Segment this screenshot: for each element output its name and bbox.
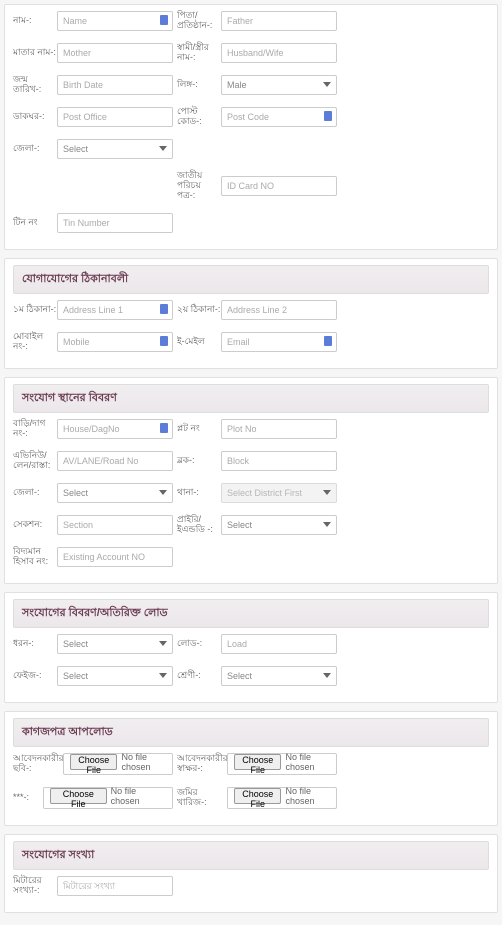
meter-count-input[interactable]: [57, 876, 173, 896]
sign-nofile-text: No file chosen: [285, 752, 330, 772]
label-idcard: জাতীয় পরিচয় পত্র-:: [177, 171, 221, 201]
class-select[interactable]: Select: [221, 666, 337, 686]
upload-header: কাগজপত্র আপলোড: [13, 718, 489, 747]
label-meter-count: মিটারের সংখ্যা-:: [13, 876, 57, 896]
district2-select[interactable]: Select: [57, 483, 173, 503]
label-avenue: এভিনিউ/লেন/রাস্তা:: [13, 451, 57, 471]
location-panel: সংযোগ স্থানের বিবরণ বাড়ি/দাগ নং-: প্লট …: [4, 377, 498, 584]
label-addr1: ১ম ঠিকানা-:: [13, 305, 57, 315]
contact-panel: যোগাযোগের ঠিকানাবলী ১ম ঠিকানা-: ২য় ঠিকা…: [4, 258, 498, 369]
mother-input[interactable]: [57, 43, 173, 63]
person-icon: [159, 14, 169, 26]
photo-nofile-text: No file chosen: [121, 752, 166, 772]
label-plot: প্লট নং: [177, 424, 221, 434]
label-applicant-sign: আবেদনকারীর স্বাক্ষর-:: [177, 754, 227, 774]
label-district: জেলা-:: [13, 144, 57, 154]
label-addr2: ২য় ঠিকানা-:: [177, 305, 221, 315]
location-header: সংযোগ স্থানের বিবরণ: [13, 384, 489, 413]
label-postoffice: ডাকঘর-:: [13, 112, 57, 122]
connection-panel: সংযোগের বিবরণ/অতিরিক্ত লোড ধরন-: Select …: [4, 592, 498, 703]
type-select[interactable]: Select: [57, 634, 173, 654]
label-load: লোড-:: [177, 639, 221, 649]
birthdate-input[interactable]: [57, 75, 173, 95]
count-panel: সংযোগের সংখ্যা মিটারের সংখ্যা-:: [4, 834, 498, 913]
connection-header: সংযোগের বিবরণ/অতিরিক্ত লোড: [13, 599, 489, 628]
house-input[interactable]: [57, 419, 173, 439]
house-icon: [159, 422, 169, 434]
label-postcode: পোস্ট কোড-:: [177, 107, 221, 127]
label-spouse: স্বামী/স্ত্রীর নাম-:: [177, 43, 221, 63]
label-birthdate: জন্ম তারিখ-:: [13, 75, 57, 95]
other-choose-button[interactable]: Choose File: [50, 788, 107, 804]
name-input[interactable]: [57, 11, 173, 31]
label-class: শ্রেণী-:: [177, 671, 221, 681]
label-supplyarea: প্রাইরি/ইএন্ডডি -:: [177, 515, 221, 535]
label-email: ই-মেইল: [177, 337, 221, 347]
label-father: পিতা/প্রতিষ্ঠান-:: [177, 11, 221, 31]
upload-panel: কাগজপত্র আপলোড আবেদনকারীর ছবি-: Choose F…: [4, 711, 498, 826]
postcode-input[interactable]: [221, 107, 337, 127]
label-type: ধরন-:: [13, 639, 57, 649]
label-applicant-photo: আবেদনকারীর ছবি-:: [13, 754, 63, 774]
tin-input[interactable]: [57, 213, 173, 233]
section-input[interactable]: [57, 515, 173, 535]
label-mobile: মোবাইল নং-:: [13, 332, 57, 352]
label-mother: মাতার নাম-:: [13, 48, 57, 58]
district-select[interactable]: Select: [57, 139, 173, 159]
avenue-input[interactable]: [57, 451, 173, 471]
label-existacc: বিদ্যমান হিসাব নং:: [13, 547, 57, 567]
gender-select[interactable]: Male: [221, 75, 337, 95]
contact-header: যোগাযোগের ঠিকানাবলী: [13, 265, 489, 294]
existacc-input[interactable]: [57, 547, 173, 567]
block-input[interactable]: [221, 451, 337, 471]
land-nofile-text: No file chosen: [285, 786, 330, 806]
label-tin: টিন নং: [13, 218, 57, 228]
photo-choose-button[interactable]: Choose File: [70, 754, 117, 770]
label-other: ***-:: [13, 793, 43, 803]
label-phase: ফেইজ-:: [13, 671, 57, 681]
label-block: ব্লক-:: [177, 456, 221, 466]
plot-input[interactable]: [221, 419, 337, 439]
label-land-doc: জমির খারিজ-:: [177, 788, 227, 808]
label-district2: জেলা-:: [13, 488, 57, 498]
email-icon: [323, 335, 333, 347]
load-input[interactable]: [221, 634, 337, 654]
email-input[interactable]: [221, 332, 337, 352]
label-gender: লিঙ্গ-:: [177, 80, 221, 90]
other-nofile-text: No file chosen: [111, 786, 166, 806]
label-house: বাড়ি/দাগ নং-:: [13, 419, 57, 439]
phase-select[interactable]: Select: [57, 666, 173, 686]
thana-select: Select District First: [221, 483, 337, 503]
spouse-input[interactable]: [221, 43, 337, 63]
addr1-input[interactable]: [57, 300, 173, 320]
label-thana: থানা-:: [177, 488, 221, 498]
supplyarea-select[interactable]: Select: [221, 515, 337, 535]
count-header: সংযোগের সংখ্যা: [13, 841, 489, 870]
sign-choose-button[interactable]: Choose File: [234, 754, 281, 770]
addr2-input[interactable]: [221, 300, 337, 320]
label-name: নাম-:: [13, 16, 57, 26]
personal-info-panel: নাম-: পিতা/প্রতিষ্ঠান-: মাতার নাম-: স্বা…: [4, 4, 498, 250]
land-choose-button[interactable]: Choose File: [234, 788, 281, 804]
idcard-input[interactable]: [221, 176, 337, 196]
postcode-icon: [323, 110, 333, 122]
mobile-input[interactable]: [57, 332, 173, 352]
father-input[interactable]: [221, 11, 337, 31]
label-section: সেকশন:: [13, 520, 57, 530]
addr-icon: [159, 303, 169, 315]
mobile-icon: [159, 335, 169, 347]
postoffice-input[interactable]: [57, 107, 173, 127]
